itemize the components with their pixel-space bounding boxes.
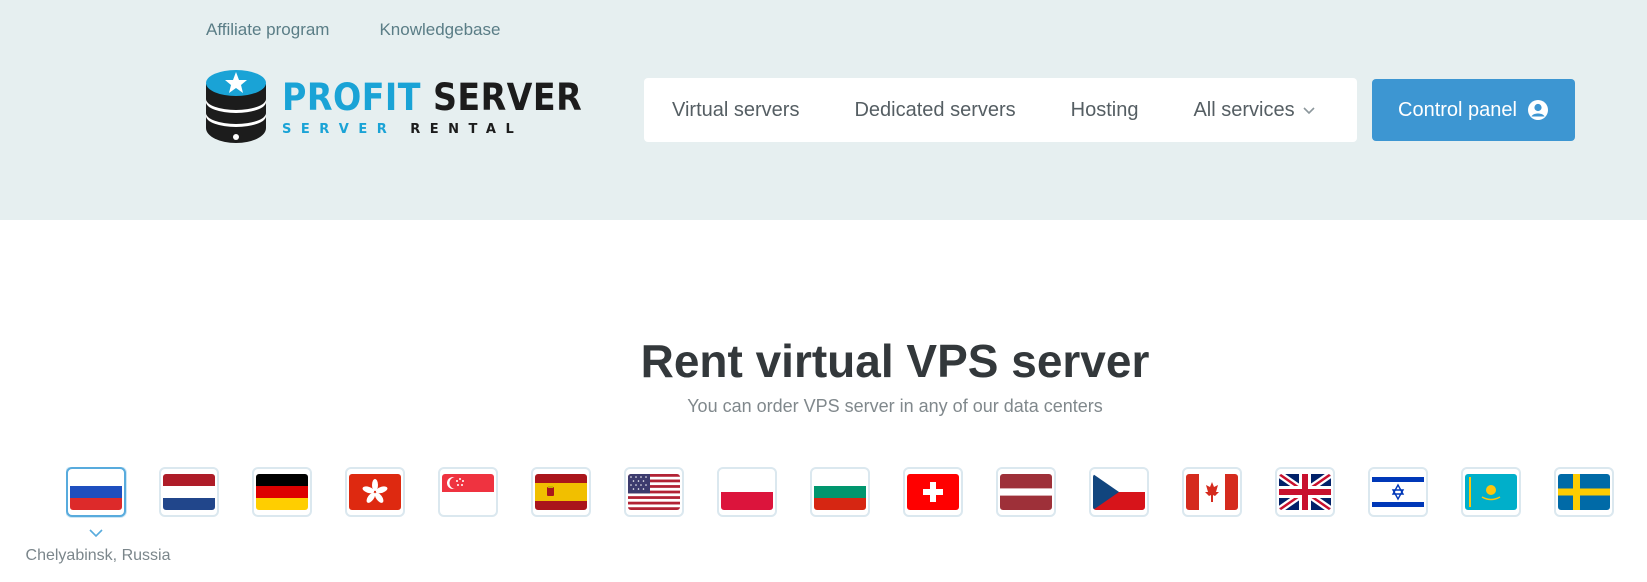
location-russia[interactable]	[66, 467, 126, 517]
control-panel-label: Control panel	[1398, 98, 1517, 121]
location-canada[interactable]	[1182, 467, 1242, 517]
russia-flag-icon	[70, 474, 122, 510]
latvia-flag-icon	[1000, 474, 1052, 510]
location-selector	[66, 467, 1647, 521]
nav-hosting[interactable]: Hosting	[1071, 99, 1139, 122]
location-bulgaria[interactable]	[810, 467, 870, 517]
location-netherlands[interactable]	[159, 467, 219, 517]
server-stack-logo-icon	[206, 70, 266, 143]
location-czech[interactable]	[1089, 467, 1149, 517]
knowledgebase-link[interactable]: Knowledgebase	[379, 20, 500, 40]
hong-kong-flag-icon	[349, 474, 401, 510]
selected-location-label: Chelyabinsk, Russia	[25, 547, 171, 564]
israel-flag-icon	[1372, 474, 1424, 510]
main-nav: Virtual servers Dedicated servers Hostin…	[644, 78, 1357, 142]
canada-flag-icon	[1186, 474, 1238, 510]
netherlands-flag-icon	[163, 474, 215, 510]
location-uk[interactable]	[1275, 467, 1335, 517]
nav-virtual-servers[interactable]: Virtual servers	[672, 99, 799, 122]
location-kazakhstan[interactable]	[1461, 467, 1521, 517]
location-switzerland[interactable]	[903, 467, 963, 517]
nav-dedicated-servers[interactable]: Dedicated servers	[854, 99, 1015, 122]
chevron-down-icon	[1303, 107, 1315, 115]
location-sweden[interactable]	[1554, 467, 1614, 517]
location-hong-kong[interactable]	[345, 467, 405, 517]
control-panel-button[interactable]: Control panel	[1372, 79, 1575, 141]
logo[interactable]: PROFIT SERVER SERVER RENTAL	[204, 68, 582, 146]
page-subtitle: You can order VPS server in any of our d…	[687, 396, 1103, 416]
selected-location-chevron-icon	[89, 529, 103, 538]
location-usa[interactable]	[624, 467, 684, 517]
czech-flag-icon	[1093, 474, 1145, 510]
germany-flag-icon	[256, 474, 308, 510]
nav-all-services-label: All services	[1193, 98, 1295, 121]
nav-all-services[interactable]: All services	[1193, 99, 1315, 122]
location-israel[interactable]	[1368, 467, 1428, 517]
usa-flag-icon	[628, 474, 680, 510]
page-title: Rent virtual VPS server	[640, 335, 1150, 387]
affiliate-program-link[interactable]: Affiliate program	[206, 20, 329, 40]
singapore-flag-icon	[442, 474, 494, 510]
sweden-flag-icon	[1558, 474, 1610, 510]
location-germany[interactable]	[252, 467, 312, 517]
top-links: Affiliate program Knowledgebase	[206, 20, 500, 40]
location-poland[interactable]	[717, 467, 777, 517]
bulgaria-flag-icon	[814, 474, 866, 510]
spain-flag-icon	[535, 474, 587, 510]
location-latvia[interactable]	[996, 467, 1056, 517]
user-icon	[1527, 100, 1548, 120]
kazakhstan-flag-icon	[1465, 474, 1517, 510]
location-singapore[interactable]	[438, 467, 498, 517]
poland-flag-icon	[721, 474, 773, 510]
logo-subtitle: SERVER RENTAL	[282, 121, 524, 137]
location-spain[interactable]	[531, 467, 591, 517]
uk-flag-icon	[1279, 474, 1331, 510]
switzerland-flag-icon	[907, 474, 959, 510]
logo-title: PROFIT SERVER	[282, 75, 583, 119]
